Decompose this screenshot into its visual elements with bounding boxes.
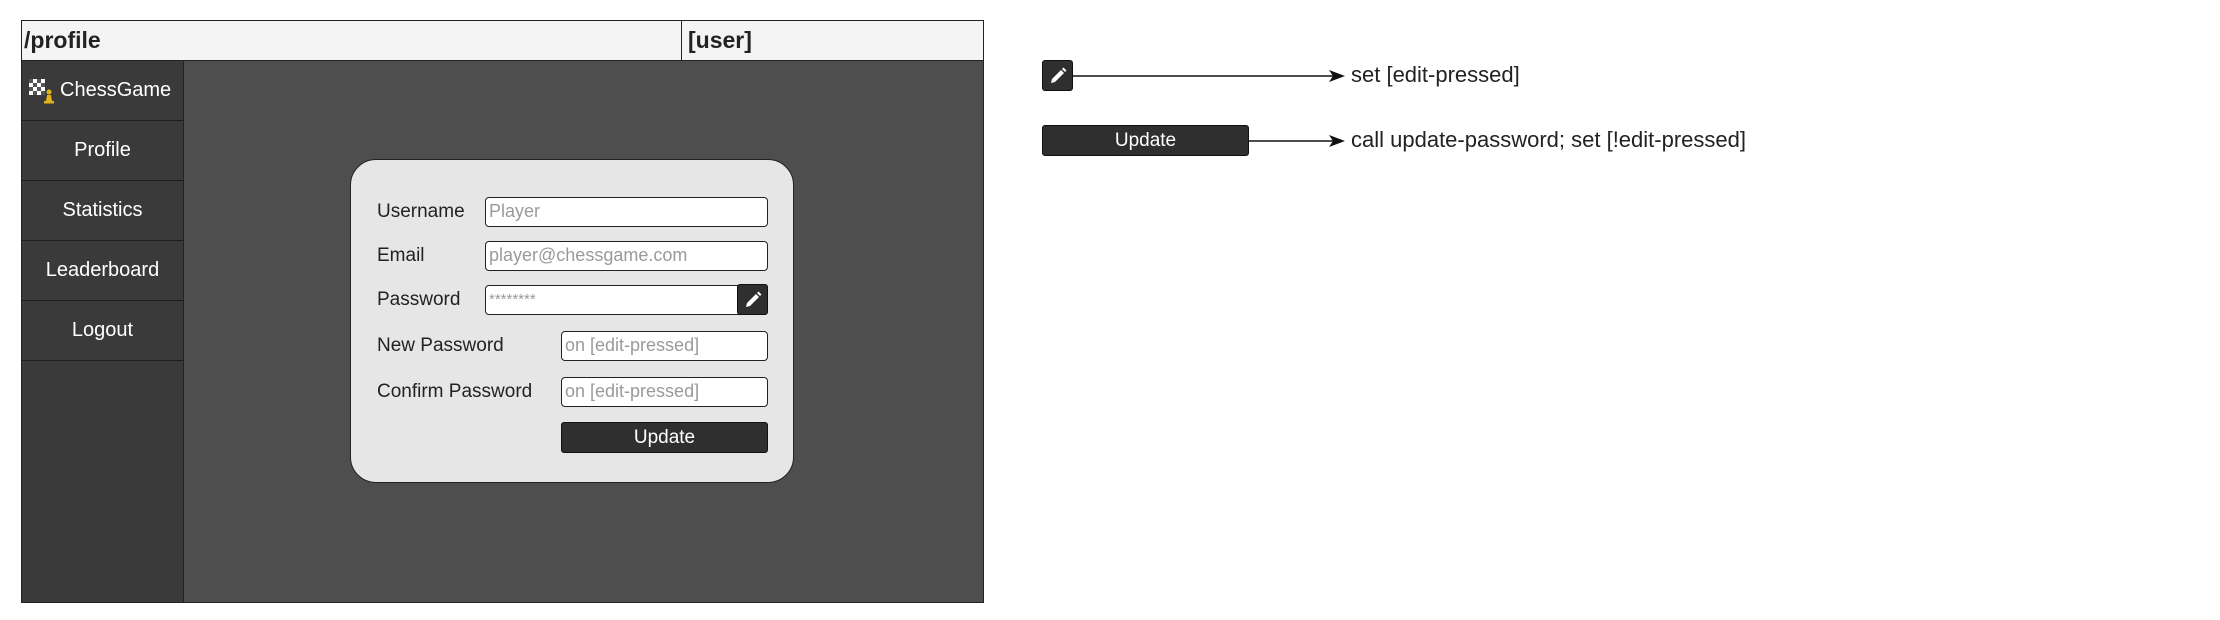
chess-logo-icon [29,78,54,103]
username-label: Username [377,201,465,222]
annotation-update-button: Update [1042,125,1249,156]
edit-password-button[interactable] [737,284,768,315]
sidebar-item-leaderboard[interactable]: Leaderboard [22,241,183,301]
confirm-password-field[interactable]: on [edit-pressed] [561,377,768,407]
pencil-icon [745,291,761,307]
profile-card: Username Player Email player@chessgame.c… [350,159,794,483]
user-cell[interactable]: [user] [681,21,752,60]
email-label: Email [377,245,425,266]
annotation-update-text: call update-password; set [!edit-pressed… [1351,127,1746,152]
username-field[interactable]: Player [485,197,768,227]
user-label: [user] [688,27,752,53]
sidebar-brand[interactable]: ChessGame [22,61,183,121]
email-field[interactable]: player@chessgame.com [485,241,768,271]
password-field[interactable]: ******** [485,285,768,315]
sidebar-item-logout[interactable]: Logout [22,301,183,361]
new-password-label: New Password [377,335,504,356]
sidebar-item-statistics[interactable]: Statistics [22,181,183,241]
annotation-arrow-update [1249,135,1345,147]
sidebar-item-profile[interactable]: Profile [22,121,183,181]
top-bar: /profile [user] [22,21,983,61]
sidebar: ChessGame Profile Statistics Leaderboard… [22,61,184,602]
route-path: /profile [24,27,101,53]
brand-name: ChessGame [60,79,172,101]
app-wireframe: /profile [user] ChessGame Profile Statis… [21,20,984,603]
new-password-field[interactable]: on [edit-pressed] [561,331,768,361]
password-label: Password [377,289,461,310]
pencil-icon [1050,67,1066,83]
update-button[interactable]: Update [561,422,768,453]
annotation-arrow-edit [1073,70,1345,82]
annotation-edit-button [1042,60,1073,91]
annotation-edit-text: set [edit-pressed] [1351,62,1520,87]
confirm-password-label: Confirm Password [377,381,533,402]
